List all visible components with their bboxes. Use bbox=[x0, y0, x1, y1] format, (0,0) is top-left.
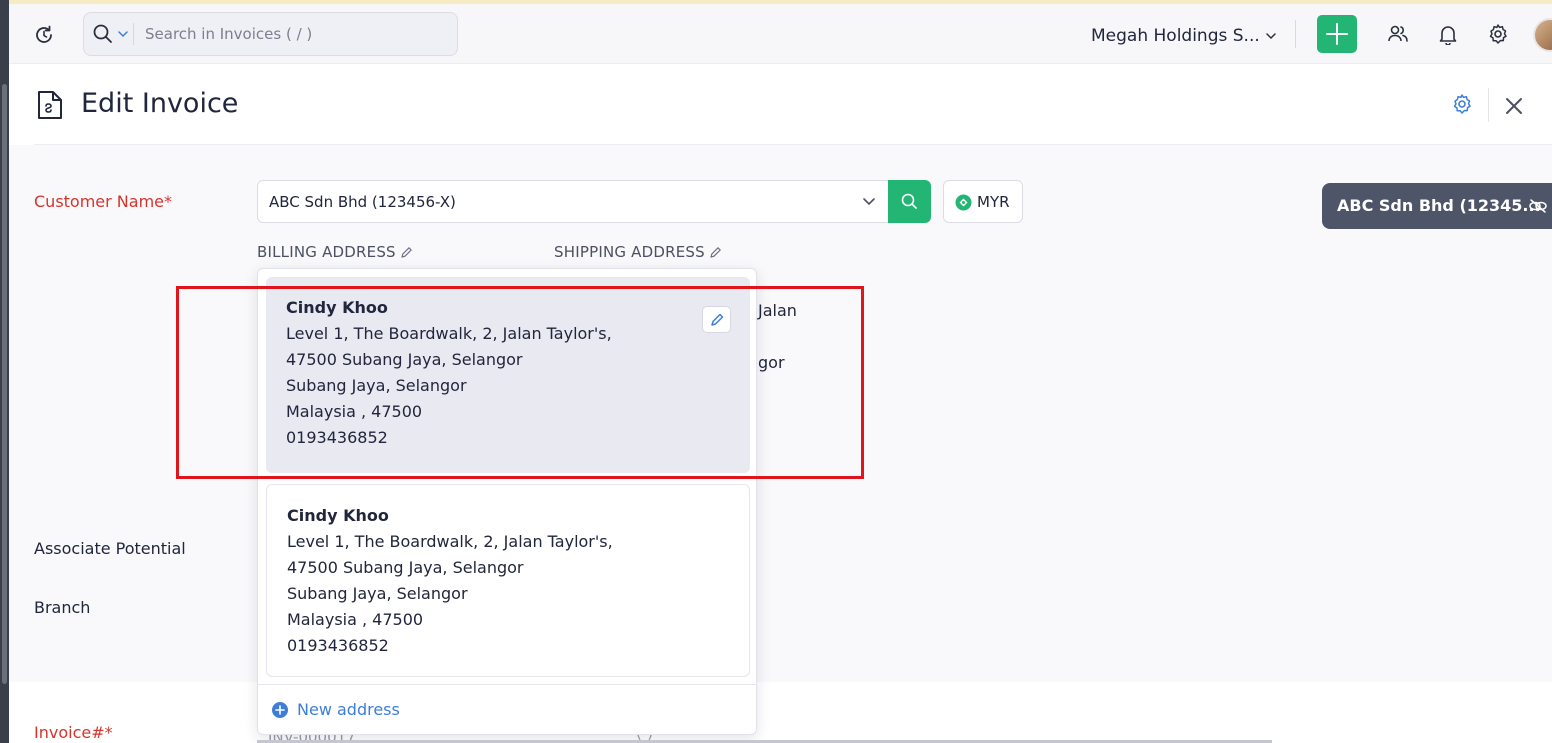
customer-pill-label: ABC Sdn Bhd (12345... bbox=[1337, 196, 1541, 215]
address-option[interactable]: Cindy Khoo Level 1, The Boardwalk, 2, Ja… bbox=[266, 484, 750, 677]
branch-label: Branch bbox=[34, 598, 91, 617]
gear-icon[interactable] bbox=[1487, 23, 1509, 45]
shipping-address-heading: SHIPPING ADDRESS bbox=[554, 243, 722, 261]
invoice-number-label: Invoice#* bbox=[34, 723, 113, 742]
address-phone: 0193436852 bbox=[287, 636, 389, 655]
scrollbar[interactable] bbox=[2, 84, 7, 684]
customer-name-label: Customer Name* bbox=[34, 192, 173, 211]
settings-gear-icon[interactable] bbox=[1451, 93, 1473, 115]
address-contact-name: Cindy Khoo bbox=[287, 506, 389, 525]
unlink-icon[interactable] bbox=[1528, 197, 1548, 215]
associate-potential-label: Associate Potential bbox=[34, 539, 186, 558]
chevron-down-icon[interactable] bbox=[862, 197, 876, 207]
currency-label: MYR bbox=[977, 193, 1010, 211]
pencil-icon[interactable] bbox=[709, 246, 722, 259]
new-address-label: New address bbox=[297, 700, 400, 719]
new-address-link[interactable]: New address bbox=[271, 700, 400, 719]
pencil-icon[interactable] bbox=[400, 246, 413, 259]
search-icon bbox=[93, 24, 128, 43]
organization-switcher[interactable]: Megah Holdings S... bbox=[1091, 26, 1260, 46]
quick-create-button[interactable] bbox=[1317, 15, 1357, 53]
address-line: Malaysia , 47500 bbox=[287, 610, 424, 629]
recent-activity-icon[interactable] bbox=[33, 24, 55, 46]
divider bbox=[1488, 88, 1489, 122]
customer-name-value: ABC Sdn Bhd (123456-X) bbox=[269, 193, 456, 211]
customer-search-button[interactable] bbox=[888, 180, 931, 223]
plus-circle-icon bbox=[272, 702, 288, 718]
search-filter-dropdown[interactable] bbox=[92, 23, 134, 45]
billing-address-heading: BILLING ADDRESS bbox=[257, 243, 413, 261]
global-search[interactable]: Search in Invoices ( / ) bbox=[83, 12, 458, 56]
invoice-document-icon bbox=[38, 91, 62, 119]
close-icon[interactable] bbox=[1503, 95, 1525, 117]
page-title: Edit Invoice bbox=[81, 88, 239, 119]
bell-icon[interactable] bbox=[1437, 23, 1459, 45]
customer-details-pill[interactable]: ABC Sdn Bhd (12345... bbox=[1322, 183, 1552, 229]
address-line: Subang Jaya, Selangor bbox=[287, 584, 468, 603]
user-avatar[interactable] bbox=[1533, 18, 1552, 52]
annotation-highlight-box bbox=[176, 286, 864, 479]
customer-name-select[interactable]: ABC Sdn Bhd (123456-X) bbox=[257, 180, 889, 223]
divider bbox=[1295, 20, 1296, 48]
top-bar: Search in Invoices ( / ) Megah Holdings … bbox=[9, 4, 1552, 64]
users-icon[interactable] bbox=[1387, 23, 1409, 45]
divider bbox=[258, 684, 756, 685]
search-icon bbox=[901, 193, 917, 209]
chevron-down-icon[interactable] bbox=[1265, 31, 1277, 41]
currency-icon bbox=[955, 194, 972, 211]
address-line: 47500 Subang Jaya, Selangor bbox=[287, 558, 524, 577]
currency-button[interactable]: MYR bbox=[943, 180, 1023, 223]
search-input[interactable]: Search in Invoices ( / ) bbox=[145, 25, 312, 43]
address-line: Level 1, The Boardwalk, 2, Jalan Taylor'… bbox=[287, 532, 613, 551]
plus-icon bbox=[1326, 23, 1348, 45]
window-left-edge bbox=[0, 0, 9, 743]
